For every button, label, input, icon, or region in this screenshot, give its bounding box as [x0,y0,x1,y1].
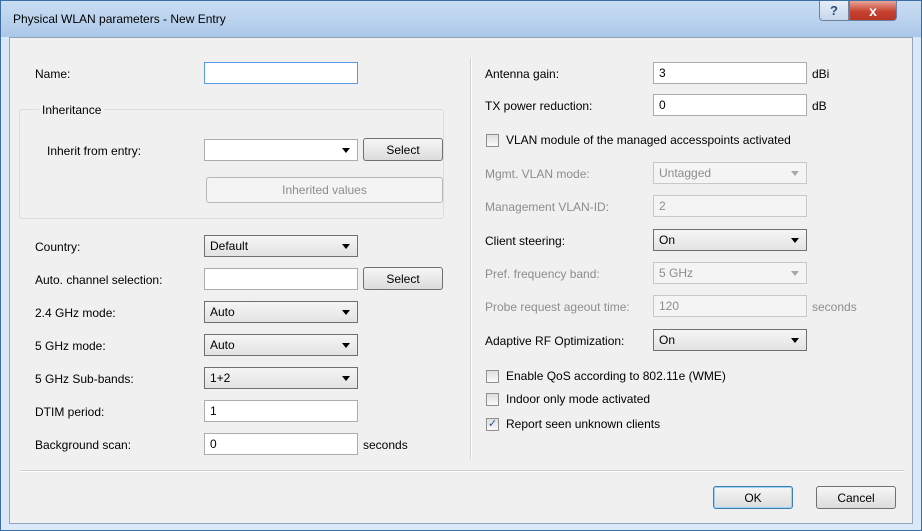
probe-ageout-unit: seconds [812,300,857,314]
title-bar[interactable]: Physical WLAN parameters - New Entry ? x [1,1,921,37]
mgmt-vlan-mode-label: Mgmt. VLAN mode: [485,167,590,181]
auto-channel-select-button[interactable]: Select [363,267,443,290]
cancel-button[interactable]: Cancel [816,486,896,509]
footer-divider [20,470,904,472]
adaptive-rf-combo[interactable]: On [653,329,807,351]
probe-ageout-label: Probe request ageout time: [485,300,630,314]
mode5-label: 5 GHz mode: [35,339,106,353]
tx-power-label: TX power reduction: [485,99,593,113]
country-value: Default [210,239,249,253]
chevron-down-icon [342,244,350,249]
help-button[interactable]: ? [819,1,849,21]
inherited-values-button[interactable]: Inherited values [206,177,443,203]
subbands-label: 5 GHz Sub-bands: [35,372,134,386]
country-label: Country: [35,240,81,254]
chevron-down-icon [791,271,799,276]
bgscan-input[interactable]: 0 [204,433,358,455]
chevron-down-icon [791,171,799,176]
chevron-down-icon [342,343,350,348]
subbands-value: 1+2 [210,371,231,385]
chevron-down-icon [342,148,350,153]
auto-channel-input[interactable] [204,268,358,290]
report-checkbox[interactable]: ✓ [486,418,499,431]
pref-band-value: 5 GHz [659,266,694,280]
subbands-combo[interactable]: 1+2 [204,367,358,389]
dialog-body: Name: Inheritance Inherit from entry: Se… [9,37,913,524]
inherit-select-button[interactable]: Select [363,138,443,161]
adaptive-rf-label: Adaptive RF Optimization: [485,334,625,348]
chevron-down-icon [791,338,799,343]
chevron-down-icon [791,238,799,243]
window-title: Physical WLAN parameters - New Entry [13,12,226,26]
chevron-down-icon [342,310,350,315]
tx-power-unit: dB [812,99,827,113]
ok-button[interactable]: OK [713,486,793,509]
client-steering-label: Client steering: [485,234,566,248]
indoor-checkbox[interactable] [486,393,499,406]
bgscan-unit: seconds [363,438,408,452]
mgmt-vlan-id-input[interactable]: 2 [653,195,807,217]
mode24-combo[interactable]: Auto [204,301,358,323]
inherit-from-combo[interactable] [204,139,358,161]
help-icon: ? [830,3,838,18]
name-label: Name: [35,67,71,81]
name-input[interactable] [204,62,358,84]
report-label: Report seen unknown clients [506,417,661,431]
tx-power-input[interactable]: 0 [653,94,807,116]
client-steering-value: On [659,233,676,247]
mode24-label: 2.4 GHz mode: [35,306,116,320]
mode24-value: Auto [210,305,235,319]
antenna-gain-unit: dBi [812,67,830,81]
dialog-window: Physical WLAN parameters - New Entry ? x… [0,0,922,531]
client-steering-combo[interactable]: On [653,229,807,251]
mode5-combo[interactable]: Auto [204,334,358,356]
inheritance-title: Inheritance [39,103,105,117]
qos-checkbox[interactable] [486,370,499,383]
auto-channel-label: Auto. channel selection: [35,273,163,287]
column-divider [470,58,472,458]
inherit-from-label: Inherit from entry: [47,144,142,158]
adaptive-rf-value: On [659,333,676,347]
country-combo[interactable]: Default [204,235,358,257]
dtim-label: DTIM period: [35,405,105,419]
antenna-gain-label: Antenna gain: [485,67,560,81]
chevron-down-icon [342,376,350,381]
pref-band-label: Pref. frequency band: [485,267,600,281]
probe-ageout-input[interactable]: 120 [653,295,807,317]
pref-band-combo[interactable]: 5 GHz [653,262,807,284]
dtim-input[interactable]: 1 [204,400,358,422]
vlan-module-label: VLAN module of the managed accesspoints … [506,133,791,147]
bgscan-label: Background scan: [35,438,132,452]
mgmt-vlan-mode-combo[interactable]: Untagged [653,162,807,184]
antenna-gain-input[interactable]: 3 [653,62,807,84]
mgmt-vlan-mode-value: Untagged [659,166,712,180]
close-icon: x [869,2,877,19]
close-button[interactable]: x [849,1,897,21]
checkmark-icon: ✓ [487,418,498,430]
mode5-value: Auto [210,338,235,352]
qos-label: Enable QoS according to 802.11e (WME) [506,369,726,383]
mgmt-vlan-id-label: Management VLAN-ID: [485,200,610,214]
indoor-label: Indoor only mode activated [506,392,651,406]
vlan-module-checkbox[interactable] [486,134,499,147]
